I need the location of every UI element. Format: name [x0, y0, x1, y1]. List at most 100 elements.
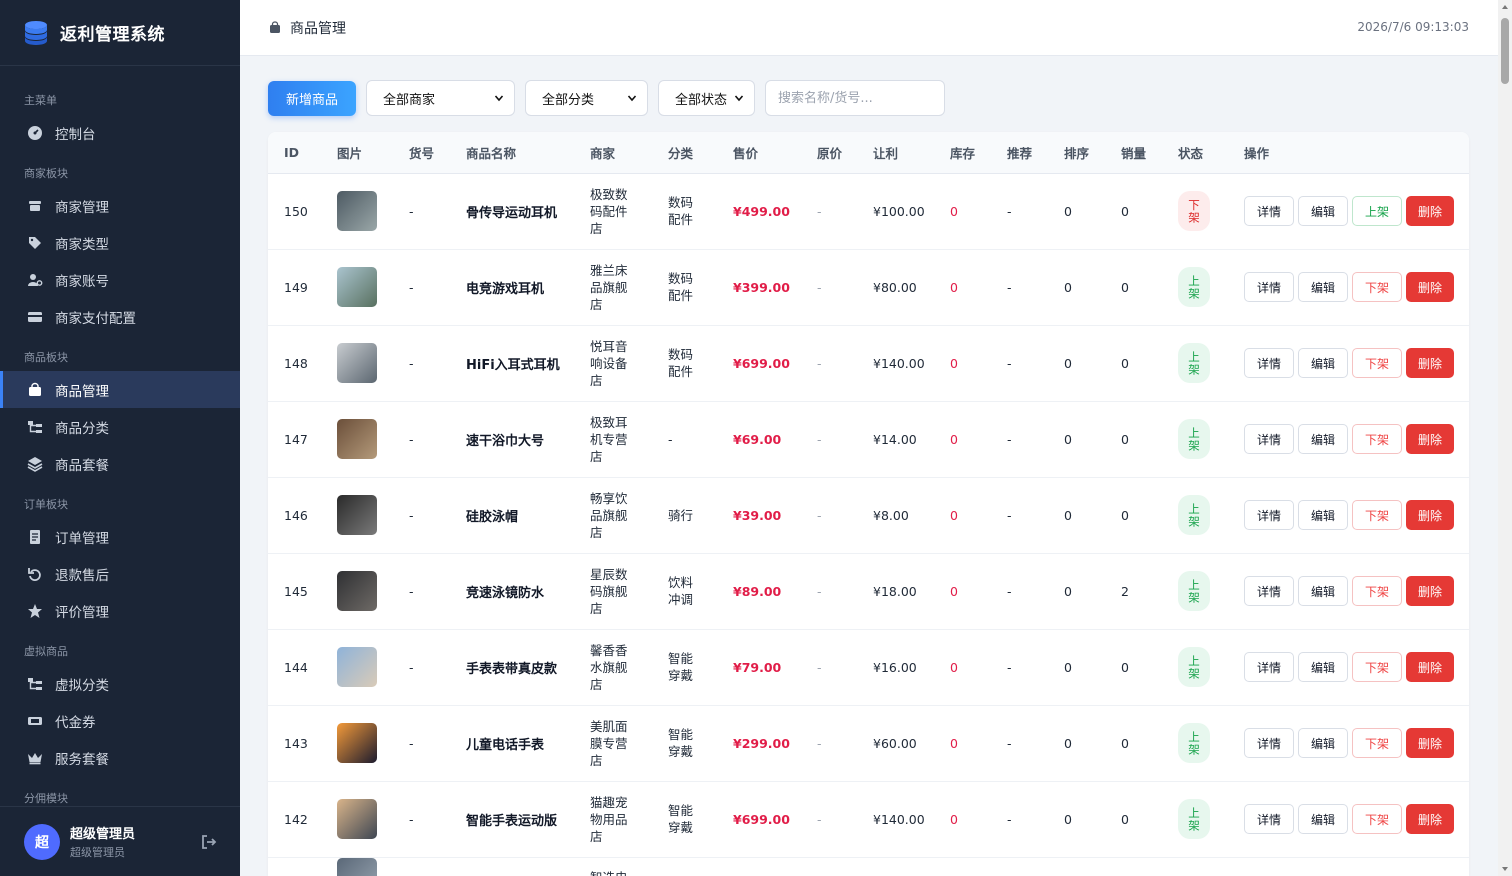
detail-button[interactable]: 详情 — [1244, 196, 1294, 226]
product-image[interactable] — [337, 723, 377, 763]
sale-price-cell: ¥499.00 — [717, 173, 801, 249]
sidebar-item[interactable]: 评价管理 — [0, 592, 240, 629]
recommend-flag-cell: - — [991, 705, 1048, 781]
detail-button[interactable]: 详情 — [1244, 804, 1294, 834]
sales-count: 2 — [1121, 583, 1129, 599]
detail-button[interactable]: 详情 — [1244, 424, 1294, 454]
recommend-flag-cell: - — [991, 477, 1048, 553]
scroll-up-arrow-icon[interactable] — [1501, 3, 1509, 11]
edit-button[interactable]: 编辑 — [1298, 196, 1348, 226]
sidebar-item[interactable]: 控制台 — [0, 114, 240, 151]
edit-button[interactable]: 编辑 — [1298, 728, 1348, 758]
edit-button[interactable]: 编辑 — [1298, 652, 1348, 682]
avatar[interactable]: 超 — [24, 823, 60, 860]
sidebar-item[interactable]: 订单管理 — [0, 518, 240, 555]
detail-button[interactable]: 详情 — [1244, 652, 1294, 682]
product-sku-cell — [393, 857, 450, 876]
take-down-button[interactable]: 下架 — [1352, 348, 1402, 378]
sale-price: ¥699.00 — [733, 355, 790, 371]
detail-button[interactable]: 详情 — [1244, 272, 1294, 302]
product-image[interactable] — [337, 571, 377, 611]
edit-button[interactable]: 编辑 — [1298, 348, 1348, 378]
page-scrollbar[interactable] — [1498, 0, 1512, 876]
product-sku: - — [409, 431, 414, 447]
delete-button[interactable]: 删除 — [1406, 576, 1454, 606]
take-down-button[interactable]: 下架 — [1352, 728, 1402, 758]
delete-button[interactable]: 删除 — [1406, 652, 1454, 682]
merchant-name-cell: 猫趣宠物用品店 — [574, 781, 652, 857]
product-image[interactable] — [337, 419, 377, 459]
detail-button[interactable]: 详情 — [1244, 348, 1294, 378]
sidebar-item[interactable]: 商品套餐 — [0, 445, 240, 482]
take-down-button[interactable]: 下架 — [1352, 652, 1402, 682]
edit-button[interactable]: 编辑 — [1298, 424, 1348, 454]
category-name: 饮料冲调 — [668, 575, 694, 607]
crown-icon — [26, 749, 44, 767]
category-name: 智能穿戴 — [668, 651, 694, 683]
sort-order-cell: 0 — [1048, 249, 1105, 325]
sidebar-item[interactable]: 商家类型 — [0, 224, 240, 261]
product-image[interactable] — [337, 343, 377, 383]
product-image[interactable] — [337, 267, 377, 307]
status-select[interactable]: 全部状态 — [658, 80, 756, 116]
detail-button[interactable]: 详情 — [1244, 576, 1294, 606]
take-down-button[interactable]: 下架 — [1352, 576, 1402, 606]
add-product-button[interactable]: 新增商品 — [268, 80, 357, 116]
category-name-cell: 饮料冲调 — [652, 553, 717, 629]
stock-count-cell: 0 — [934, 705, 991, 781]
brand[interactable]: 返利管理系统 — [0, 0, 240, 66]
sidebar-item[interactable]: 商家账号 — [0, 261, 240, 298]
delete-button[interactable]: 删除 — [1406, 728, 1454, 758]
sidebar-item[interactable]: 商品分类 — [0, 408, 240, 445]
product-image[interactable] — [337, 647, 377, 687]
sales-count-cell: 0 — [1105, 629, 1162, 705]
product-image[interactable] — [337, 495, 377, 535]
column-header: 商品名称 — [450, 132, 574, 174]
take-down-button[interactable]: 下架 — [1352, 500, 1402, 530]
sidebar-item[interactable]: 商家支付配置 — [0, 298, 240, 335]
sidebar-item-label: 商品套餐 — [55, 457, 109, 474]
rebate-amount: ¥80.00 — [873, 279, 917, 295]
category-select[interactable]: 全部分类 — [525, 80, 649, 116]
sidebar-item[interactable]: 服务套餐 — [0, 739, 240, 776]
merchant-select[interactable]: 全部商家 — [366, 80, 516, 116]
edit-button[interactable]: 编辑 — [1298, 500, 1348, 530]
sale-price-cell: ¥399.00 — [717, 249, 801, 325]
detail-button[interactable]: 详情 — [1244, 728, 1294, 758]
scroll-down-arrow-icon[interactable] — [1501, 865, 1509, 873]
search-input[interactable] — [765, 80, 946, 116]
sidebar-item[interactable]: 虚拟分类 — [0, 665, 240, 702]
edit-button[interactable]: 编辑 — [1298, 272, 1348, 302]
delete-button[interactable]: 删除 — [1406, 196, 1454, 226]
scroll-thumb[interactable] — [1501, 18, 1509, 84]
status-cell: 上架 — [1162, 477, 1228, 553]
edit-button[interactable]: 编辑 — [1298, 804, 1348, 834]
sidebar-item[interactable]: 代金券 — [0, 702, 240, 739]
delete-button[interactable]: 删除 — [1406, 804, 1454, 834]
put-on-shelf-button[interactable]: 上架 — [1352, 196, 1402, 226]
delete-button[interactable]: 删除 — [1406, 424, 1454, 454]
detail-button[interactable]: 详情 — [1244, 500, 1294, 530]
column-header: 排序 — [1048, 132, 1105, 174]
delete-button[interactable]: 删除 — [1406, 272, 1454, 302]
edit-button[interactable]: 编辑 — [1298, 576, 1348, 606]
status-cell: 上架 — [1162, 553, 1228, 629]
product-id-cell: 142 — [268, 781, 321, 857]
column-header: 货号 — [393, 132, 450, 174]
sidebar-item[interactable]: 商家管理 — [0, 187, 240, 224]
sidebar-item[interactable]: 退款售后 — [0, 555, 240, 592]
sidebar-item-label: 服务套餐 — [55, 751, 109, 768]
take-down-button[interactable]: 下架 — [1352, 424, 1402, 454]
logout-icon[interactable] — [200, 833, 218, 851]
delete-button[interactable]: 删除 — [1406, 348, 1454, 378]
product-image[interactable] — [337, 191, 377, 231]
sales-count-cell: 0 — [1105, 325, 1162, 401]
main-content: 商品管理 2026/7/6 09:13:03 新增商品 全部商家 全部分类 全部… — [240, 0, 1498, 876]
delete-button[interactable]: 删除 — [1406, 500, 1454, 530]
actions-cell: 详情 编辑 下架 删除 — [1228, 705, 1469, 781]
sidebar-item[interactable]: 商品管理 — [0, 371, 240, 408]
take-down-button[interactable]: 下架 — [1352, 804, 1402, 834]
product-image[interactable] — [337, 857, 377, 876]
take-down-button[interactable]: 下架 — [1352, 272, 1402, 302]
product-image[interactable] — [337, 799, 377, 839]
